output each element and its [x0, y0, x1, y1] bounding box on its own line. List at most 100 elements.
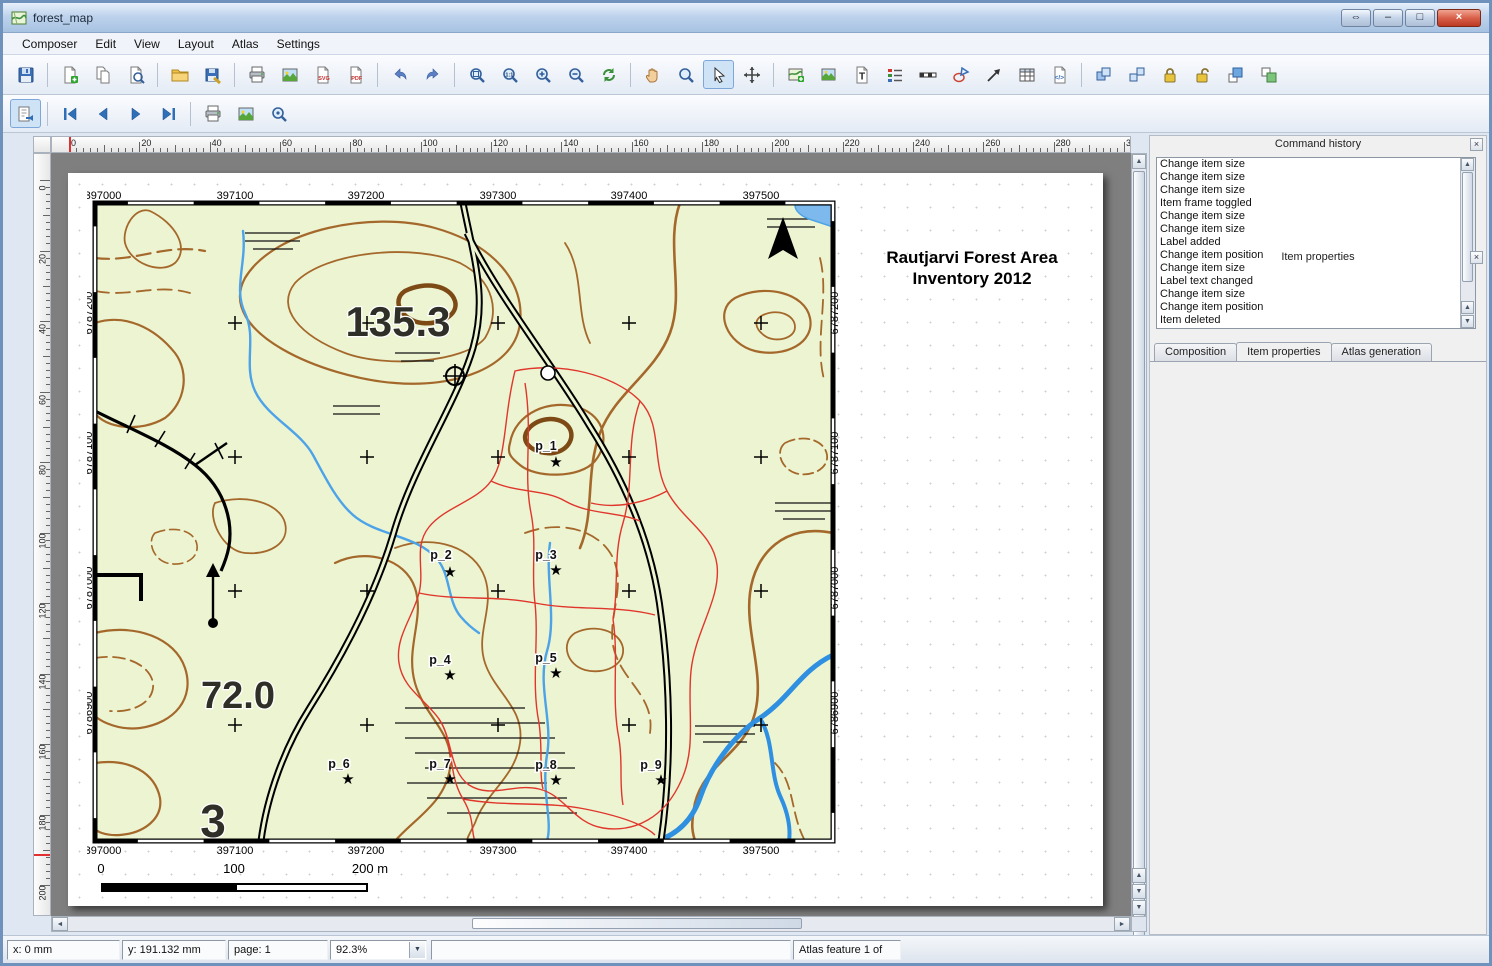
export-svg-button[interactable]: SVG — [307, 60, 338, 89]
print-atlas-button[interactable] — [197, 99, 228, 128]
next-feature-button[interactable] — [120, 99, 151, 128]
add-attribute-table-button[interactable] — [1011, 60, 1042, 89]
menu-edit[interactable]: Edit — [86, 35, 125, 53]
menu-view[interactable]: View — [125, 35, 169, 53]
scroll-left-icon[interactable]: ◄ — [52, 917, 68, 931]
history-item[interactable]: Change item size — [1157, 223, 1460, 236]
undo-button[interactable] — [384, 60, 415, 89]
scroll-thumb[interactable] — [1133, 171, 1145, 966]
zoom-combo[interactable]: 92.3% ▼ — [330, 940, 427, 960]
composition-manager-button[interactable] — [120, 60, 151, 89]
menu-layout[interactable]: Layout — [169, 35, 223, 53]
close-button[interactable]: × — [1437, 9, 1481, 27]
add-html-button[interactable]: </> — [1044, 60, 1075, 89]
window-arrows-button[interactable]: ⇔ — [1341, 9, 1371, 27]
composer-canvas[interactable]: ★ p_1 ★ p_2 ★ p_3 ★ p_4 ★ p_5 ★ p_6 ★ p_… — [51, 153, 1131, 916]
vertical-scrollbar[interactable]: ▲ ▲ ▼ ▼ — [1131, 153, 1147, 916]
scroll-down-icon[interactable]: ▼ — [1461, 315, 1474, 328]
history-item[interactable]: Item frame toggled — [1157, 197, 1460, 210]
close-icon[interactable]: × — [1470, 138, 1483, 151]
scroll-up-icon[interactable]: ▲ — [1461, 158, 1474, 171]
maximize-button[interactable]: □ — [1405, 9, 1435, 27]
history-item[interactable]: Label added — [1157, 236, 1460, 249]
history-item[interactable]: Item deleted — [1157, 314, 1460, 327]
raise-items-button[interactable] — [1220, 60, 1251, 89]
save-as-template-button[interactable] — [197, 60, 228, 89]
ruler-tick — [43, 709, 50, 710]
history-item[interactable]: Change item position — [1157, 301, 1460, 314]
menu-settings[interactable]: Settings — [268, 35, 329, 53]
scroll-down-icon[interactable]: ▼ — [1132, 884, 1146, 899]
history-item[interactable]: Change item size — [1157, 158, 1460, 171]
new-composition-button[interactable] — [54, 60, 85, 89]
atlas-toolbar — [3, 95, 1489, 133]
add-arrow-button[interactable] — [978, 60, 1009, 89]
history-item[interactable]: Change item size — [1157, 288, 1460, 301]
move-item-content-icon — [743, 66, 761, 84]
add-image-button[interactable] — [813, 60, 844, 89]
refresh-view-button[interactable] — [593, 60, 624, 89]
tab-item-properties[interactable]: Item properties — [1236, 342, 1331, 361]
close-icon[interactable]: × — [1470, 251, 1483, 264]
history-item[interactable]: Change item size — [1157, 171, 1460, 184]
history-item[interactable]: Change item size — [1157, 210, 1460, 223]
add-legend-button[interactable] — [879, 60, 910, 89]
add-scalebar-button[interactable] — [912, 60, 943, 89]
tab-composition[interactable]: Composition — [1154, 343, 1237, 361]
map-item[interactable]: ★ p_1 ★ p_2 ★ p_3 ★ p_4 ★ p_5 ★ p_6 ★ p_… — [87, 189, 843, 859]
pan-button[interactable] — [637, 60, 668, 89]
zoom-in-button[interactable] — [527, 60, 558, 89]
history-item[interactable]: Label text changed — [1157, 275, 1460, 288]
atlas-preview-button[interactable] — [10, 99, 41, 128]
zoom-full-button[interactable] — [461, 60, 492, 89]
group-items-button[interactable] — [1088, 60, 1119, 89]
export-pdf-button[interactable]: PDF — [340, 60, 371, 89]
zoom-out-button[interactable] — [560, 60, 591, 89]
duplicate-composition-button[interactable] — [87, 60, 118, 89]
scroll-up-icon[interactable]: ▲ — [1132, 868, 1146, 883]
zoom-tool-button[interactable] — [670, 60, 701, 89]
export-atlas-button[interactable] — [230, 99, 261, 128]
tab-atlas-generation[interactable]: Atlas generation — [1331, 343, 1433, 361]
dropdown-arrow-icon[interactable]: ▼ — [409, 942, 425, 958]
scalebar-item[interactable]: 0 100 200 m — [78, 861, 458, 903]
move-item-content-button[interactable] — [736, 60, 767, 89]
redo-button[interactable] — [417, 60, 448, 89]
export-image-button[interactable] — [274, 60, 305, 89]
scroll-up-icon[interactable]: ▲ — [1461, 301, 1474, 314]
atlas-settings-button[interactable] — [263, 99, 294, 128]
menu-atlas[interactable]: Atlas — [223, 35, 268, 53]
print-button[interactable] — [241, 60, 272, 89]
ruler-label: 200 — [774, 138, 789, 148]
previous-feature-button[interactable] — [87, 99, 118, 128]
ruler-tick — [301, 148, 302, 152]
star-icon: ★ — [443, 667, 456, 684]
add-label-button[interactable]: T — [846, 60, 877, 89]
history-item[interactable]: Change item size — [1157, 184, 1460, 197]
load-template-button[interactable] — [164, 60, 195, 89]
composer-page[interactable]: ★ p_1 ★ p_2 ★ p_3 ★ p_4 ★ p_5 ★ p_6 ★ p_… — [68, 173, 1103, 906]
horizontal-scrollbar[interactable]: ◄ ► — [51, 916, 1131, 932]
ruler-tick — [46, 201, 50, 202]
ungroup-items-button[interactable] — [1121, 60, 1152, 89]
lower-items-button[interactable] — [1253, 60, 1284, 89]
menu-composer[interactable]: Composer — [13, 35, 86, 53]
scroll-right-icon[interactable]: ► — [1114, 917, 1130, 931]
history-scrollbar[interactable]: ▲ ▲ ▼ — [1460, 158, 1475, 328]
zoom-actual-button[interactable]: 1:1 — [494, 60, 525, 89]
scroll-thumb[interactable] — [472, 918, 802, 929]
unlock-items-button[interactable] — [1187, 60, 1218, 89]
add-map-button[interactable] — [780, 60, 811, 89]
scroll-up-icon[interactable]: ▲ — [1132, 154, 1146, 169]
lock-items-button[interactable] — [1154, 60, 1185, 89]
scalebar-label: 0 — [97, 861, 104, 876]
save-project-button[interactable] — [10, 60, 41, 89]
map-title-label[interactable]: Rautjarvi Forest Area Inventory 2012 — [822, 247, 1122, 289]
ruler-tick — [1075, 148, 1076, 152]
last-feature-button[interactable] — [153, 99, 184, 128]
add-shape-button[interactable] — [945, 60, 976, 89]
first-feature-button[interactable] — [54, 99, 85, 128]
scroll-down-icon[interactable]: ▼ — [1132, 900, 1146, 915]
select-move-item-button[interactable] — [703, 60, 734, 89]
minimize-button[interactable]: – — [1373, 9, 1403, 27]
